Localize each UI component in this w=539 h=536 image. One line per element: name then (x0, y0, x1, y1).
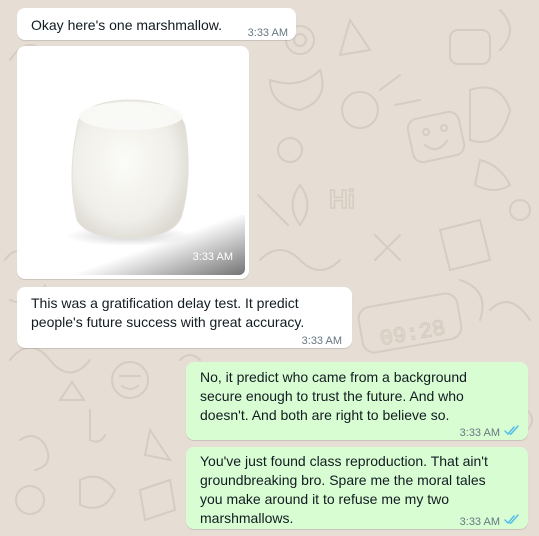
message-line: doesn't. And both are right to believe s… (200, 407, 450, 423)
message-line: marshmallows. (200, 510, 294, 526)
wallpaper-doodle (406, 110, 466, 164)
wallpaper-clock-text: 09:28 (378, 316, 447, 352)
message-timestamp: 3:33 AM (301, 335, 342, 347)
message-text: No, it predict who came from a backgroun… (200, 368, 467, 425)
outgoing-message[interactable]: You've just found class reproduction. Th… (186, 447, 528, 529)
wallpaper-doodle (268, 68, 324, 112)
incoming-image-message[interactable]: 3:33 AM (17, 46, 249, 279)
message-line: secure enough to trust the future. And w… (200, 388, 464, 404)
message-text: You've just found class reproduction. Th… (200, 452, 488, 528)
read-receipt-icon (504, 425, 519, 435)
message-line: No, it predict who came from a backgroun… (200, 369, 467, 385)
message-line: You've just found class reproduction. Th… (200, 453, 488, 469)
read-receipt-icon (504, 514, 519, 524)
message-timestamp: 3:33 AM (459, 516, 500, 528)
message-line: you make around it to refuse me my two (200, 491, 449, 507)
wallpaper-doodle (449, 29, 491, 65)
message-text: Okay here's one marshmallow. (31, 17, 222, 33)
message-timestamp: 3:33 AM (459, 427, 500, 439)
message-timestamp: 3:33 AM (247, 27, 288, 39)
outgoing-message[interactable]: No, it predict who came from a backgroun… (186, 362, 528, 440)
message-line: people's future success with great accur… (31, 314, 305, 330)
marshmallow-photo[interactable]: 3:33 AM (21, 50, 245, 275)
message-line: groundbreaking bro. Spare me the moral t… (200, 472, 486, 488)
wallpaper-hi-text: Hi (329, 184, 355, 214)
wallpaper-doodle (338, 17, 372, 57)
photo-timestamp: 3:33 AM (192, 251, 233, 263)
message-text: This was a gratification delay test. It … (31, 294, 304, 332)
incoming-message[interactable]: Okay here's one marshmallow. 3:33 AM (17, 8, 296, 40)
message-line: This was a gratification delay test. It … (31, 295, 299, 311)
incoming-message[interactable]: This was a gratification delay test. It … (17, 287, 352, 348)
